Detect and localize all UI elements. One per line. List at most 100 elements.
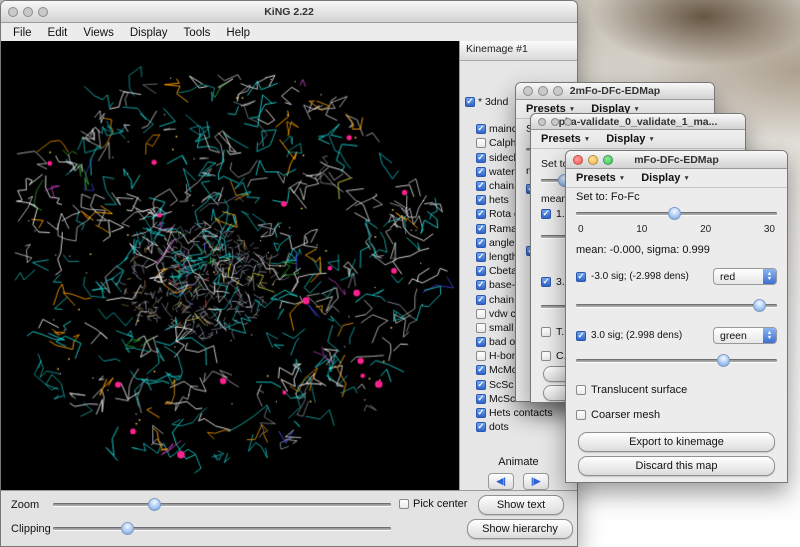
pka-validate-titlebar[interactable]: pka-validate_0_validate_1_ma... [531,114,745,130]
panel-item-checkbox[interactable] [476,408,486,418]
panel-item-checkbox[interactable] [476,380,486,390]
panel-item-checkbox[interactable] [476,365,486,375]
panel-item-checkbox[interactable] [476,351,486,361]
window-controls [538,118,572,126]
slider-thumb[interactable] [717,354,730,367]
slider-thumb[interactable] [148,498,161,511]
main-content: Kinemage #1 * 3dndmainchCalphasidechwate… [1,41,577,491]
close-icon[interactable] [8,7,18,17]
presets-menu[interactable]: Presets ▼ [576,172,625,184]
main-window-titlebar[interactable]: KiNG 2.22 [1,1,577,23]
coarser-mesh-checkbox[interactable] [576,410,586,420]
export-to-kinemage-button[interactable]: Export to kinemage [578,432,775,452]
pos-contour-slider[interactable] [576,354,777,367]
display-menu-label: Display [606,133,645,145]
slider-thumb[interactable] [121,522,134,535]
panel-item-checkbox[interactable] [476,394,486,404]
edmap-2mfo-titlebar[interactable]: 2mFo-DFc-EDMap [516,83,714,100]
panel-item[interactable]: dots [463,420,577,434]
zoom-window-icon[interactable] [603,155,613,165]
display-menu[interactable]: Display ▼ [641,172,690,184]
menu-views[interactable]: Views [75,25,121,41]
panel-item-checkbox[interactable] [476,252,486,262]
pick-center-checkbox[interactable] [399,499,409,509]
translucent-row: Translucent surface [576,384,777,396]
close-icon[interactable] [523,86,533,96]
panel-item-checkbox[interactable] [476,323,486,333]
popup-arrows-icon: ▲▼ [763,328,776,343]
window-controls [573,155,613,165]
display-menu[interactable]: Display ▼ [606,133,655,145]
map-level-slider[interactable] [576,207,777,220]
panel-item-checkbox[interactable] [476,238,486,248]
translucent-checkbox[interactable] [541,327,551,337]
panel-item-checkbox[interactable] [476,209,486,219]
tick-label: 30 [764,224,775,235]
pka-validate-menubar: Presets ▼ Display ▼ [531,130,745,149]
coarser-checkbox[interactable] [541,351,551,361]
zoom-slider[interactable] [53,498,391,511]
minimize-icon[interactable] [588,155,598,165]
contour-checkbox[interactable] [541,277,551,287]
slider-track [53,527,391,530]
panel-item-checkbox[interactable] [476,337,486,347]
dropdown-arrow-icon: ▼ [569,106,575,113]
slider-thumb[interactable] [668,207,681,220]
panel-item-checkbox[interactable] [476,195,486,205]
edmap-mfo-menubar: Presets ▼ Display ▼ [566,169,787,188]
pick-center-label: Pick center [413,498,467,510]
panel-item-checkbox[interactable] [476,124,486,134]
panel-item-checkbox[interactable] [476,153,486,163]
contour-checkbox[interactable] [541,209,551,219]
show-text-button[interactable]: Show text [478,495,564,515]
close-icon[interactable] [573,155,583,165]
show-hierarchy-button[interactable]: Show hierarchy [467,519,573,539]
panel-item-checkbox[interactable] [476,224,486,234]
kinemage-panel-header[interactable]: Kinemage #1 [460,41,577,61]
menu-help[interactable]: Help [218,25,258,41]
presets-menu[interactable]: Presets ▼ [541,133,590,145]
panel-item-checkbox[interactable] [476,266,486,276]
menu-edit[interactable]: Edit [40,25,76,41]
panel-item-checkbox[interactable] [476,181,486,191]
minimize-icon[interactable] [551,118,559,126]
panel-item-checkbox[interactable] [476,280,486,290]
neg-contour-checkbox[interactable] [576,272,586,282]
menu-file[interactable]: File [5,25,40,41]
panel-item-checkbox[interactable] [476,138,486,148]
pos-contour-checkbox[interactable] [576,331,586,341]
minimize-icon[interactable] [23,7,33,17]
menu-tools[interactable]: Tools [176,25,219,41]
close-icon[interactable] [538,118,546,126]
animate-step-forward-button[interactable]: |▶ [523,473,549,490]
animate-step-back-button[interactable]: ◀| [488,473,514,490]
pos-contour-color-popup[interactable]: green ▲▼ [713,327,777,344]
neg-contour-color-popup[interactable]: red ▲▼ [713,268,777,285]
panel-item-label: hets [489,194,509,206]
main-menu-bar: FileEditViewsDisplayToolsHelp [1,23,577,43]
clipping-slider[interactable] [53,522,391,535]
molecular-viewport[interactable] [1,41,459,491]
discard-this-map-button[interactable]: Discard this map [578,456,775,476]
neg-contour-slider[interactable] [576,299,777,312]
zoom-window-icon[interactable] [564,118,572,126]
panel-item[interactable]: Hets contacts [463,406,577,420]
panel-item-checkbox[interactable] [476,167,486,177]
animate-buttons: ◀| |▶ [460,471,577,490]
panel-item-checkbox[interactable] [465,97,475,107]
menu-display[interactable]: Display [122,25,176,41]
slider-tick-labels: 0 10 20 30 [578,224,775,235]
pka-validate-title: pka-validate_0_validate_1_ma... [557,116,719,128]
zoom-window-icon[interactable] [38,7,48,17]
translucent-checkbox[interactable] [576,385,586,395]
dropdown-arrow-icon: ▼ [619,175,625,182]
panel-item-checkbox[interactable] [476,295,486,305]
panel-item-checkbox[interactable] [476,309,486,319]
zoom-window-icon[interactable] [553,86,563,96]
popup-value: red [714,271,763,283]
panel-item-checkbox[interactable] [476,422,486,432]
popup-arrows-icon: ▲▼ [763,269,776,284]
edmap-mfo-titlebar[interactable]: mFo-DFc-EDMap [566,151,787,169]
minimize-icon[interactable] [538,86,548,96]
slider-thumb[interactable] [753,299,766,312]
